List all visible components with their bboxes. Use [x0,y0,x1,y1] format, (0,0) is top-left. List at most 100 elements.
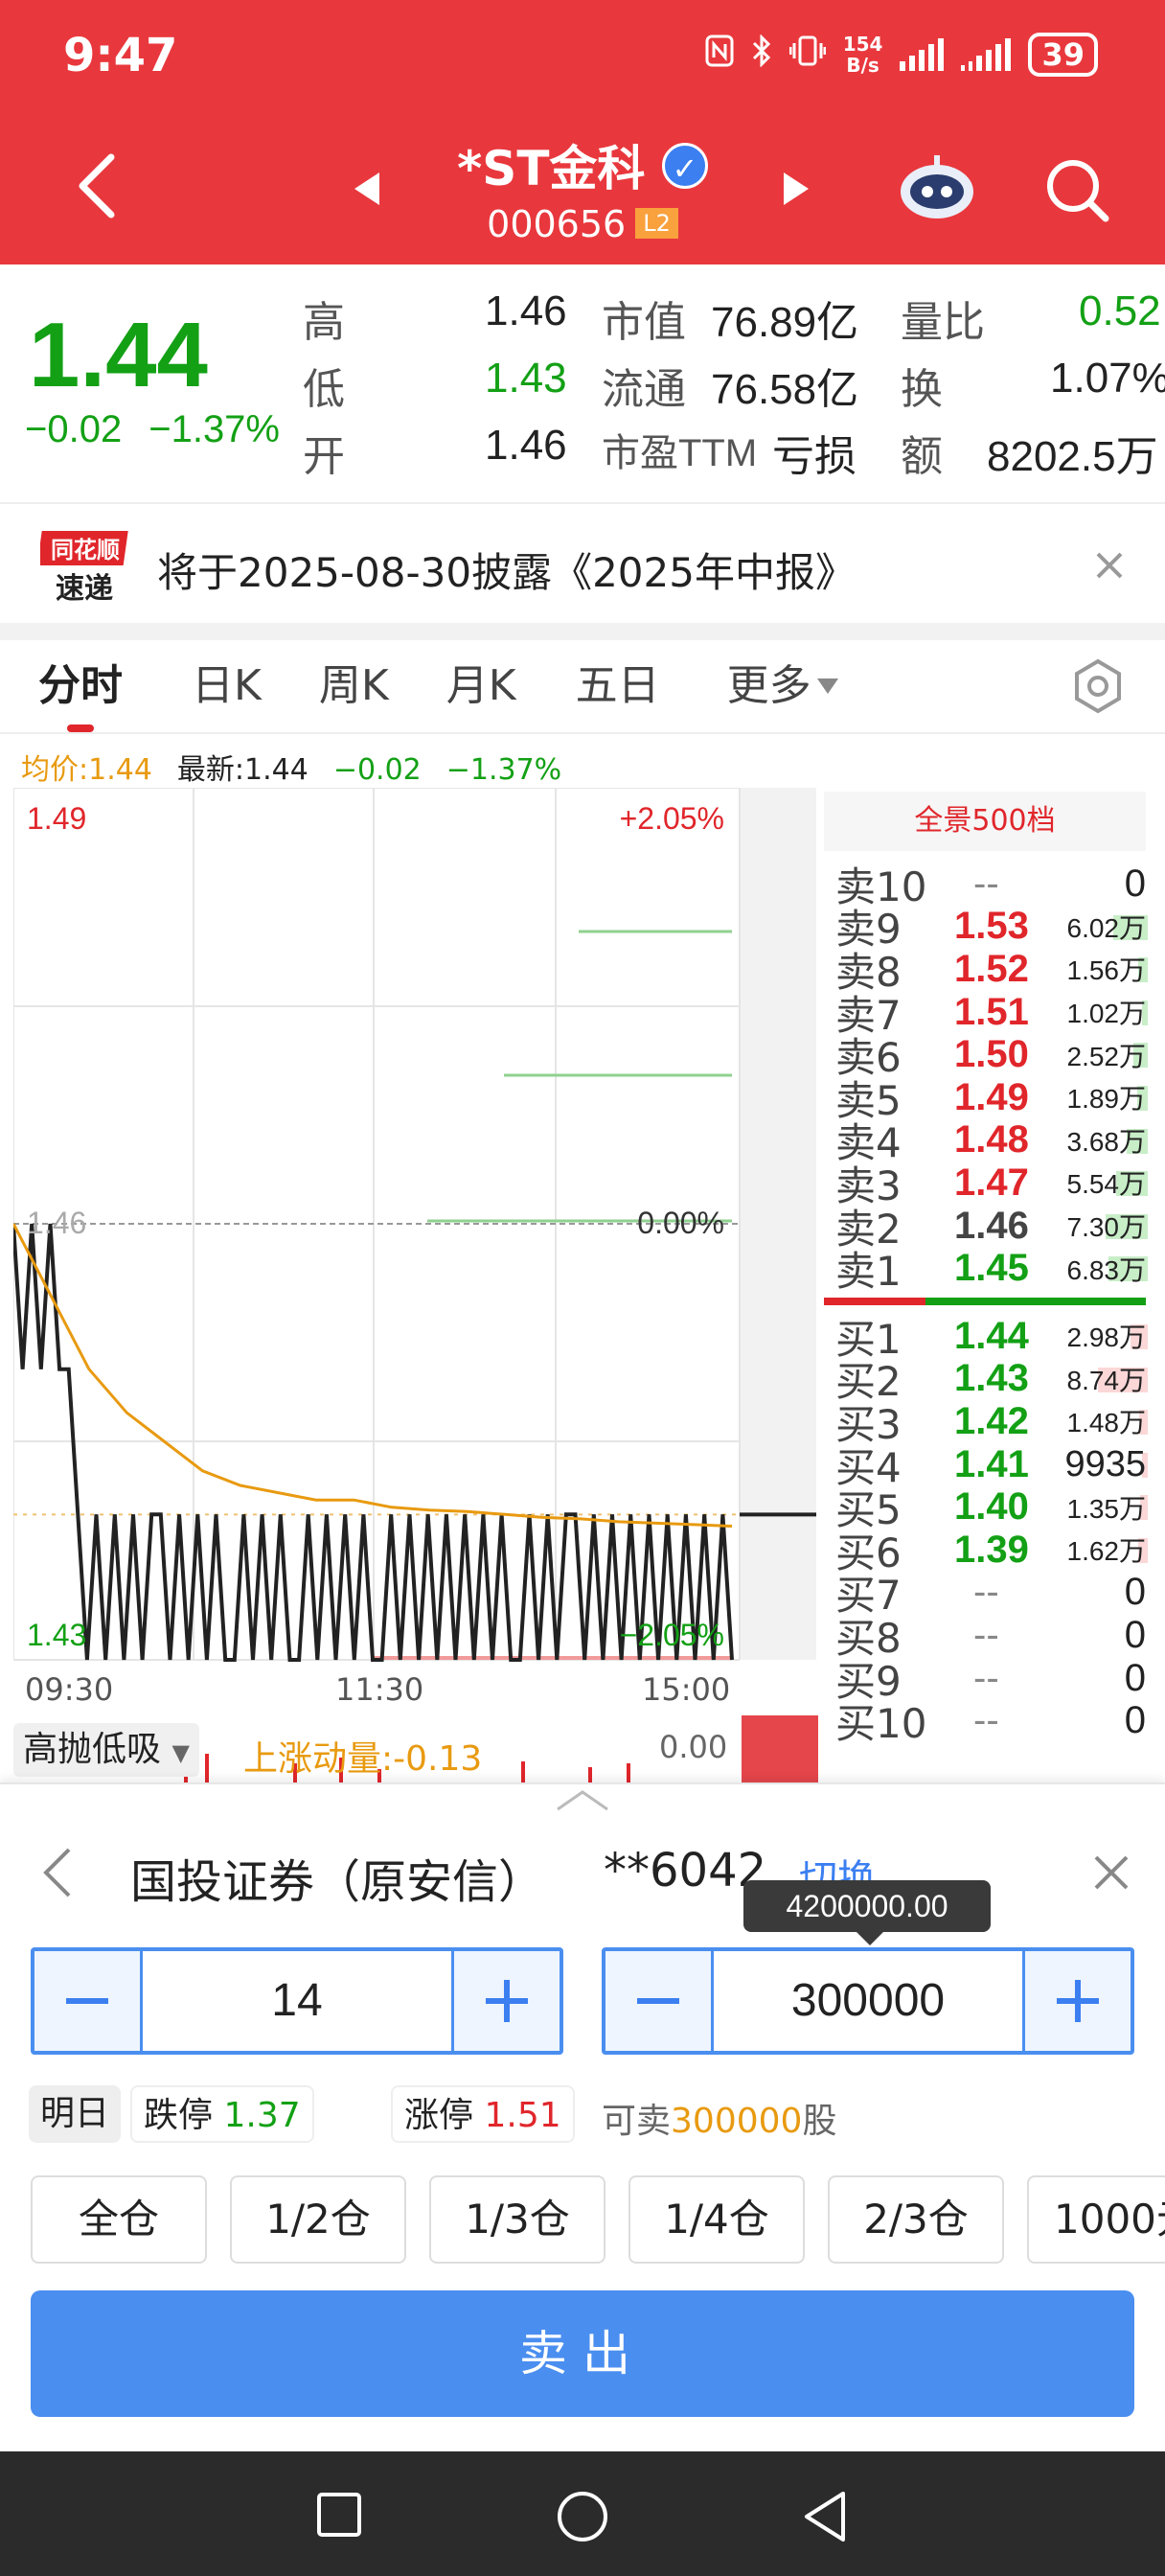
bid-volume: 9935 [1064,1443,1146,1484]
signal-2-icon [961,38,1012,71]
open-label: 开 [303,433,345,480]
bid-row[interactable]: 买10 -- 0 [835,1699,1148,1747]
y-mid-label: 1.46 [27,1206,87,1240]
tab-daily-k[interactable]: 日K [192,640,262,732]
chart-tabs: 分时 日K 周K 月K 五日 更多 [0,640,1165,732]
pe-value: 亏损 [772,433,857,480]
battery-icon: 39 [1028,33,1098,77]
ask-volume: 6.83万 [1066,1254,1147,1285]
close-icon[interactable] [1090,546,1129,585]
limit-up-tag[interactable]: 涨停 1.51 [391,2085,575,2143]
avg-price: 均价:1.44 [21,753,152,787]
float-cap-label: 流通 [602,366,686,413]
low-value: 1.43 [485,355,567,402]
sell-button[interactable]: 卖出 [31,2290,1134,2417]
limit-down-label: 跌停 [144,2096,214,2135]
stock-name: *ST金科 [457,141,646,196]
limit-up-value: 1.51 [484,2096,561,2135]
bid-price: -- [973,1699,999,1742]
tab-more[interactable]: 更多 [727,640,838,732]
amount-value: 8202.5万 [987,433,1158,480]
home-icon[interactable] [556,2490,609,2547]
amount-tooltip: 4200000.00 [743,1880,991,1945]
ask-price: 1.45 [954,1247,1029,1290]
quantity-input[interactable]: 300000 [711,1951,1025,2051]
quote-panel: 1.44 −0.02 −1.37% 高 1.46 低 1.43 开 1.46 市值… [0,264,1165,500]
ask-price: 1.46 [954,1204,1029,1247]
bid-price: -- [973,1656,999,1699]
limit-down-value: 1.37 [223,2096,301,2135]
bid-price: -- [973,1613,999,1656]
next-stock-icon[interactable] [782,171,811,211]
change-value: −0.02 [25,408,123,450]
ai-assistant-icon[interactable] [897,153,977,222]
account-back-icon[interactable] [38,1844,77,1905]
tab-weekly-k[interactable]: 周K [319,640,389,732]
sellable-value: 300000 [671,2102,803,2141]
bid-level-label: 买10 [835,1700,927,1748]
x-tick-label: 11:30 [335,1671,424,1708]
ask-price: 1.53 [954,905,1029,948]
position-half-button[interactable]: 1/2仓 [230,2175,406,2264]
tomorrow-tag[interactable]: 明日 [29,2085,122,2143]
notice-text: 将于2025-08-30披露《2025年中报》 [157,549,856,596]
settings-icon[interactable] [1069,657,1127,715]
recent-apps-icon[interactable] [316,2492,362,2542]
order-book-bids: 买1 1.44 2.98万 买2 1.43 8.74万 买3 1.42 1.48万 买4 1.41 9… [835,1314,1148,1747]
ask-volume: 1.56万 [1066,955,1147,986]
bid-price: 1.41 [954,1442,1029,1485]
ask-price: 1.52 [954,947,1029,990]
chart-info-line: 均价:1.44 最新:1.44 −0.02 −1.37% [21,746,586,788]
indicator-value: 0.00 [659,1729,728,1765]
sellable-suffix: 股 [802,2102,837,2141]
market-cap-label: 市值 [602,299,686,346]
price-increase-button[interactable] [454,1951,560,2051]
ask-price: 1.50 [954,1033,1029,1076]
ask-row[interactable]: 卖1 1.45 6.83万 [835,1247,1148,1295]
stock-code: 000656 [487,203,627,245]
quantity-stepper: 300000 [602,1947,1134,2055]
tab-more-label: 更多 [726,661,811,710]
latest-price: 最新:1.44 [176,753,308,787]
price-input[interactable]: 14 [140,1951,454,2051]
indicator-select[interactable]: 高抛低吸 ▼ [13,1723,199,1777]
position-full-button[interactable]: 全仓 [31,2175,207,2264]
tab-monthly-k[interactable]: 月K [446,640,516,732]
limit-down-tag[interactable]: 跌停 1.37 [130,2085,314,2143]
quantity-decrease-button[interactable] [605,1951,711,2051]
chevron-up-icon[interactable] [556,1788,609,1815]
position-third-button[interactable]: 1/3仓 [429,2175,605,2264]
status-time: 9:47 [63,29,178,82]
turnover-label: 换 [901,366,943,413]
position-quarter-button[interactable]: 1/4仓 [628,2175,805,2264]
order-book-header[interactable]: 全景500档 [824,792,1146,851]
bid-price: 1.44 [954,1314,1029,1357]
divider [0,732,1165,734]
bid-volume: 8.74万 [1066,1365,1147,1395]
ask-price: 1.47 [954,1161,1029,1204]
tab-intraday[interactable]: 分时 [38,640,123,732]
ask-price: -- [973,862,999,905]
quantity-increase-button[interactable] [1025,1951,1131,2051]
nfc-icon [705,34,734,75]
verified-icon: ✓ [661,143,708,189]
search-icon[interactable] [1042,155,1111,224]
close-icon[interactable] [1090,1852,1132,1898]
tab-five-day[interactable]: 五日 [576,640,660,732]
notice-banner[interactable]: 同花顺 速递 将于2025-08-30披露《2025年中报》 [0,508,1165,623]
ask-price: 1.51 [954,990,1029,1033]
status-icons: 154 B/s 39 [705,33,1098,77]
price-decrease-button[interactable] [34,1951,140,2051]
ask-price: 1.48 [954,1118,1029,1162]
position-two-thirds-button[interactable]: 2/3仓 [828,2175,1004,2264]
tonghuashun-logo: 同花顺 速递 [36,529,130,606]
stock-title: *ST金科 ✓ [0,130,1165,199]
ask-volume: 1.89万 [1066,1084,1147,1115]
market-cap-value: 76.89亿 [711,299,859,346]
position-1000-yuan-button[interactable]: 1000元 [1027,2175,1165,2264]
ask-volume: 6.02万 [1066,912,1147,943]
amount-label: 额 [901,433,943,480]
intraday-chart[interactable]: 1.49 1.46 1.43 +2.05% 0.00% −2.05% [11,787,816,1669]
signal-icon [900,38,945,71]
system-back-icon[interactable] [801,2490,849,2547]
